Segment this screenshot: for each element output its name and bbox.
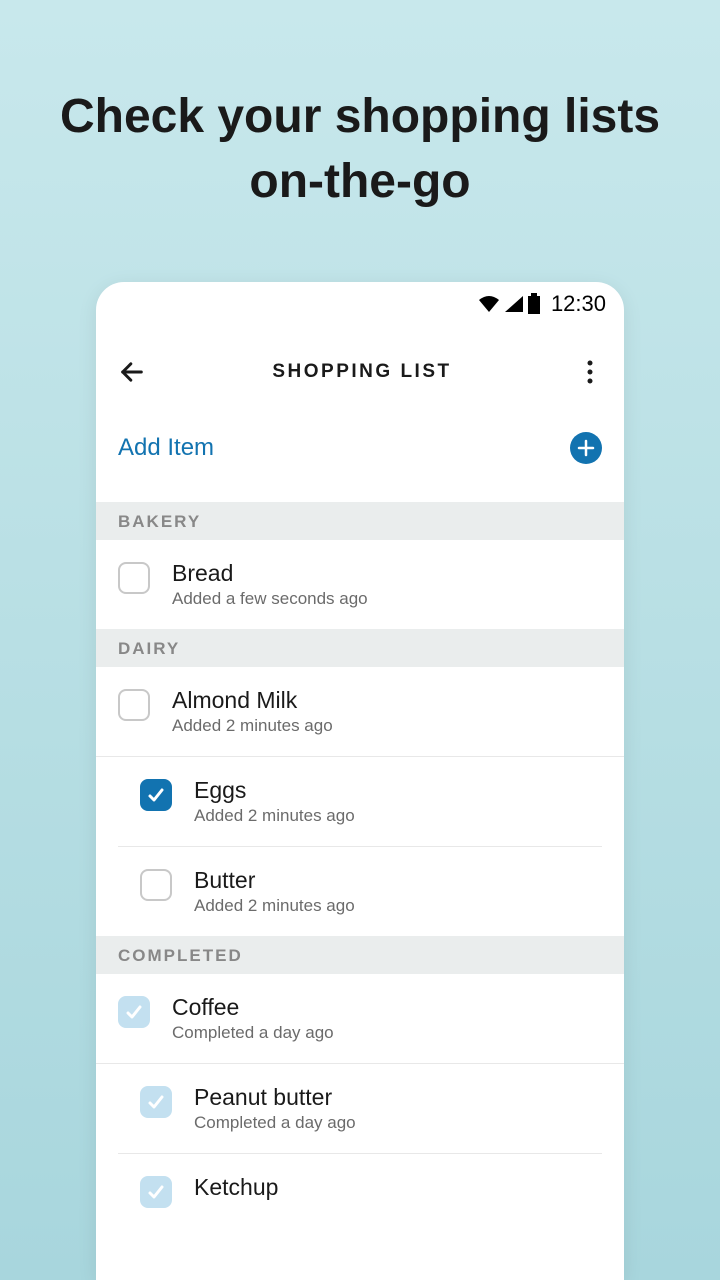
section-header-dairy: DAIRY [96,629,624,667]
more-menu-button[interactable] [578,360,602,384]
add-item-label: Add Item [118,434,214,462]
item-name: Bread [172,560,368,587]
status-bar: 12:30 [96,282,624,326]
status-icons [477,293,541,315]
check-icon [146,1182,166,1202]
checkbox-completed[interactable] [118,996,150,1028]
nav-bar: SHOPPING LIST [96,326,624,418]
wifi-icon [477,294,501,314]
battery-icon [527,293,541,315]
item-name: Butter [194,867,355,894]
list-item[interactable]: Ketchup [118,1154,602,1228]
item-name: Ketchup [194,1174,278,1201]
section-header-completed: COMPLETED [96,936,624,974]
list-item[interactable]: Peanut butter Completed a day ago [118,1064,602,1154]
checkbox-completed[interactable] [140,1176,172,1208]
list-item[interactable]: Coffee Completed a day ago [96,974,624,1064]
checkbox-checked[interactable] [140,779,172,811]
promo-headline: Check your shopping lists on-the-go [0,0,720,215]
checkbox-unchecked[interactable] [118,562,150,594]
nav-title: SHOPPING LIST [272,361,451,383]
item-name: Almond Milk [172,687,333,714]
checkbox-unchecked[interactable] [140,869,172,901]
list-item[interactable]: Eggs Added 2 minutes ago [118,757,602,847]
status-time: 12:30 [551,291,606,317]
item-meta: Added 2 minutes ago [194,806,355,826]
check-icon [124,1002,144,1022]
item-name: Coffee [172,994,334,1021]
item-meta: Added 2 minutes ago [172,716,333,736]
phone-frame: 12:30 SHOPPING LIST Add Item BAKERY Brea… [96,282,624,1280]
add-item-row[interactable]: Add Item [96,418,624,502]
add-item-button[interactable] [570,432,602,464]
check-icon [146,1092,166,1112]
list-item[interactable]: Almond Milk Added 2 minutes ago [96,667,624,757]
back-button[interactable] [118,358,146,386]
item-meta: Completed a day ago [172,1023,334,1043]
checkbox-completed[interactable] [140,1086,172,1118]
list-item[interactable]: Butter Added 2 minutes ago [118,847,602,936]
item-meta: Added a few seconds ago [172,589,368,609]
section-header-bakery: BAKERY [96,502,624,540]
item-name: Eggs [194,777,355,804]
checkbox-unchecked[interactable] [118,689,150,721]
plus-icon [577,439,595,457]
item-name: Peanut butter [194,1084,356,1111]
list-item[interactable]: Bread Added a few seconds ago [96,540,624,629]
cellular-icon [503,294,525,314]
check-icon [146,785,166,805]
item-meta: Added 2 minutes ago [194,896,355,916]
item-meta: Completed a day ago [194,1113,356,1133]
